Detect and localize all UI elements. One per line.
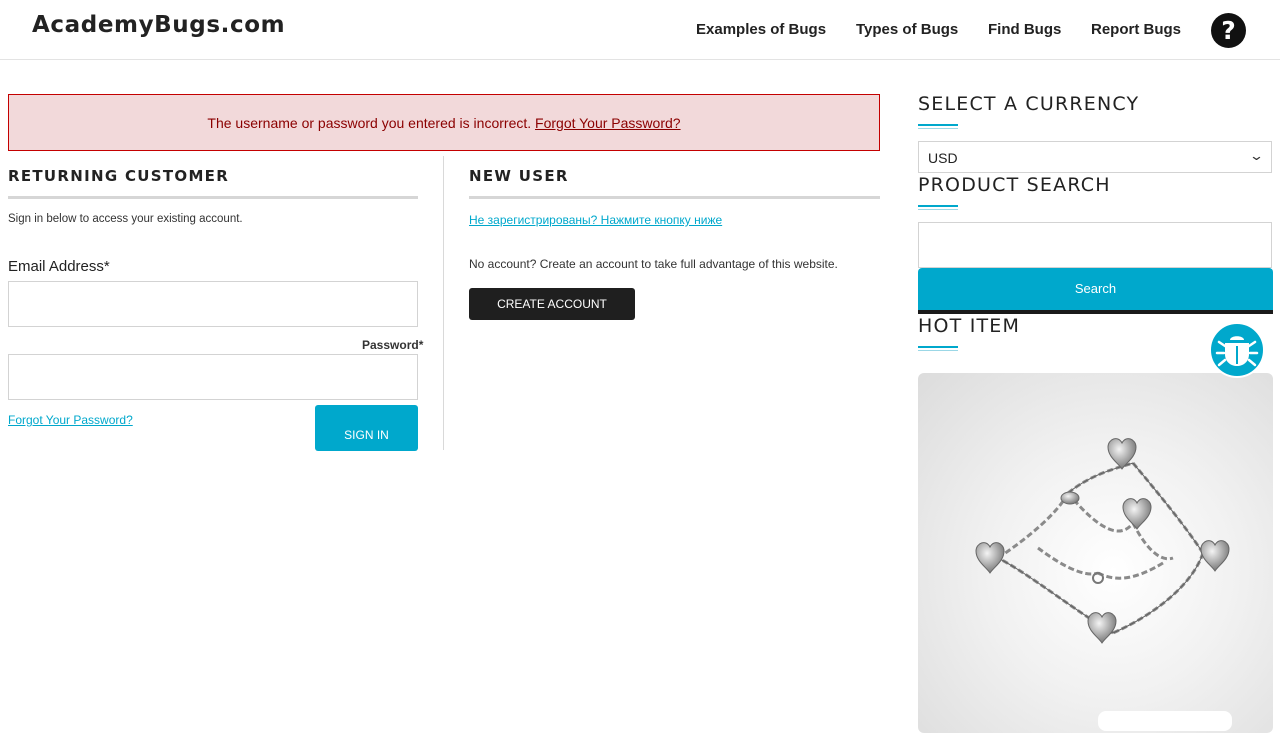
question-circle-icon[interactable]: ? (1211, 13, 1246, 48)
nav-types-of-bugs[interactable]: Types of Bugs (856, 21, 958, 38)
sign-in-button[interactable]: SIGN IN (315, 405, 418, 451)
product-search-title: PRODUCT SEARCH (918, 174, 1111, 196)
site-header: AcademyBugs.com Examples of Bugs Types o… (0, 0, 1280, 60)
forgot-password-link[interactable]: Forgot Your Password? (8, 413, 133, 427)
chevron-down-icon: ⌄ (1248, 148, 1265, 163)
product-tag (1098, 711, 1232, 731)
hot-item-title: HOT ITEM (918, 315, 1021, 337)
currency-value: USD (928, 150, 958, 166)
nav-examples-of-bugs[interactable]: Examples of Bugs (696, 21, 826, 38)
hot-item-image[interactable] (918, 373, 1273, 733)
nav-report-bugs[interactable]: Report Bugs (1091, 21, 1181, 38)
alert-forgot-password-link[interactable]: Forgot Your Password? (535, 115, 681, 131)
hot-item-title-underline-2 (918, 350, 958, 351)
alert-message: The username or password you entered is … (207, 115, 532, 131)
search-button[interactable]: Search (918, 268, 1273, 314)
create-account-text: No account? Create an account to take fu… (469, 257, 838, 271)
password-label: Password* (362, 338, 424, 352)
currency-select[interactable]: USD ⌄ (918, 141, 1272, 173)
currency-title-underline-2 (918, 128, 958, 129)
heart-charm-bracelet-image (975, 438, 1230, 644)
signin-intro-text: Sign in below to access your existing ac… (8, 213, 243, 225)
register-link[interactable]: Не зарегистрированы? Нажмите кнопку ниже (469, 213, 722, 227)
email-label: Email Address* (8, 258, 110, 275)
password-field[interactable] (8, 354, 418, 400)
alert-message-line: The username or password you entered is … (9, 115, 879, 131)
site-logo[interactable]: AcademyBugs.com (32, 12, 285, 38)
currency-title: SELECT A CURRENCY (918, 93, 1140, 115)
email-field[interactable] (8, 281, 418, 327)
returning-customer-title: RETURNING CUSTOMER (8, 167, 230, 185)
new-user-divider (469, 196, 880, 199)
create-account-button[interactable]: CREATE ACCOUNT (469, 288, 635, 320)
column-divider (443, 156, 444, 450)
search-title-underline (918, 205, 958, 207)
hot-item-title-underline (918, 346, 958, 348)
product-search-input[interactable] (918, 222, 1272, 268)
returning-customer-divider (8, 196, 418, 199)
currency-title-underline (918, 124, 958, 126)
bug-icon-graphic (1215, 336, 1259, 367)
search-title-underline-2 (918, 209, 958, 210)
new-user-title: NEW USER (469, 167, 569, 185)
bug-icon[interactable] (1209, 322, 1265, 378)
login-error-alert: The username or password you entered is … (8, 94, 880, 151)
nav-find-bugs[interactable]: Find Bugs (988, 21, 1061, 38)
